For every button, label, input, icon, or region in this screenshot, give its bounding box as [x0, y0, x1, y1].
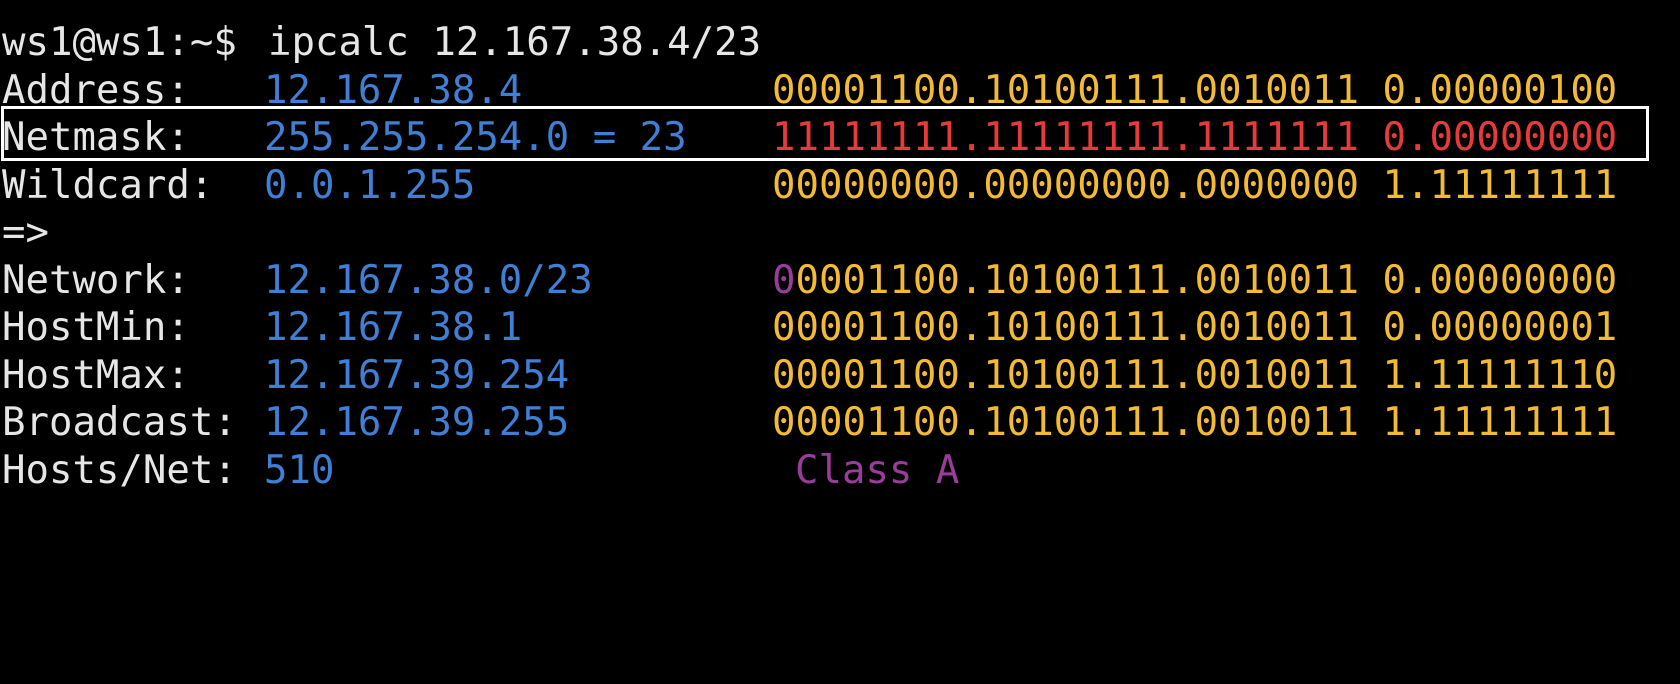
- wildcard-label: Wildcard:: [2, 162, 214, 208]
- arrow-row: =>: [2, 209, 1678, 257]
- terminal-window[interactable]: ws1@ws1:~$ ipcalc 12.167.38.4/23 Address…: [2, 19, 1678, 494]
- network-row: Network: 12.167.38.0/23 00001100.1010011…: [2, 257, 1678, 305]
- hosts-net-label: Hosts/Net:: [2, 447, 237, 493]
- hostmin-binary: 00001100.10100111.0010011 0.00000001: [772, 305, 1618, 350]
- network-label: Network:: [2, 257, 190, 303]
- netmask-label: Netmask:: [2, 115, 190, 160]
- address-label: Address:: [2, 67, 190, 113]
- hostmax-row: HostMax: 12.167.39.254 00001100.10100111…: [2, 352, 1678, 400]
- hostmax-binary: 00001100.10100111.0010011 1.11111110: [772, 352, 1618, 398]
- network-binary: 00001100.10100111.0010011 0.00000000: [772, 257, 1617, 305]
- broadcast-binary: 00001100.10100111.0010011 1.11111111: [772, 400, 1618, 445]
- broadcast-label: Broadcast:: [2, 400, 237, 445]
- arrow-label: =>: [2, 210, 49, 255]
- hostmin-value: 12.167.38.1: [264, 305, 523, 350]
- wildcard-binary: 00000000.00000000.0000000 1.11111111: [772, 162, 1618, 208]
- netmask-row: Netmask: 255.255.254.0 = 23 11111111.111…: [2, 114, 1678, 162]
- wildcard-value: 0.0.1.255: [264, 162, 476, 208]
- class-label: Class A: [795, 447, 960, 493]
- address-value: 12.167.38.4: [264, 67, 523, 113]
- network-binary-prefix: 0: [772, 257, 796, 303]
- broadcast-row: Broadcast: 12.167.39.255 00001100.101001…: [2, 399, 1678, 447]
- hostmin-row: HostMin: 12.167.38.1 00001100.10100111.0…: [2, 304, 1678, 352]
- wildcard-row: Wildcard: 0.0.1.255 00000000.00000000.00…: [2, 162, 1678, 210]
- address-row: Address: 12.167.38.4 00001100.10100111.0…: [2, 67, 1678, 115]
- prompt-user-host: ws1@ws1:~$: [2, 20, 237, 65]
- hosts-net-row: Hosts/Net: 510 Class A: [2, 447, 1678, 495]
- hostmax-value: 12.167.39.254: [264, 352, 570, 398]
- broadcast-value: 12.167.39.255: [264, 400, 570, 445]
- hostmax-label: HostMax:: [2, 352, 190, 398]
- network-binary-rest: 0001100.10100111.0010011 0.00000000: [795, 257, 1618, 303]
- netmask-value: 255.255.254.0 = 23: [264, 115, 687, 160]
- netmask-binary: 11111111.11111111.1111111 0.00000000: [772, 115, 1618, 160]
- address-binary: 00001100.10100111.0010011 0.00000100: [772, 67, 1618, 113]
- hostmin-label: HostMin:: [2, 305, 190, 350]
- hosts-net-value: 510: [264, 447, 335, 493]
- network-value: 12.167.38.0/23: [264, 257, 593, 303]
- prompt-line: ws1@ws1:~$ ipcalc 12.167.38.4/23: [2, 19, 1678, 67]
- prompt-command: ipcalc 12.167.38.4/23: [268, 20, 762, 65]
